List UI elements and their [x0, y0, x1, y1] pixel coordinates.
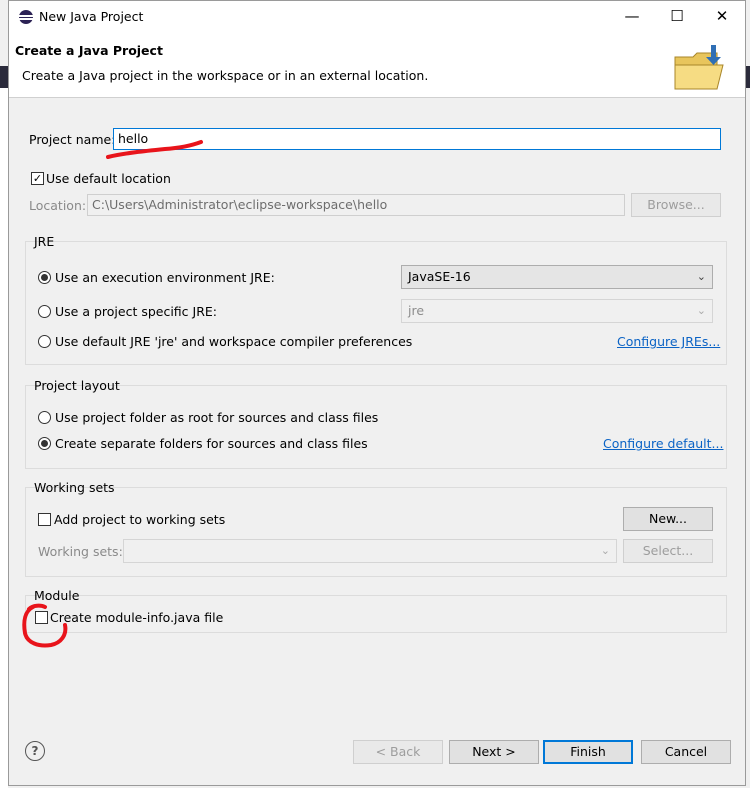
help-icon[interactable]: ?	[25, 741, 45, 761]
working-sets-select: ⌄	[123, 539, 617, 563]
browse-button: Browse...	[631, 193, 721, 217]
select-working-sets-button: Select...	[623, 539, 713, 563]
working-sets-group-title: Working sets	[34, 480, 115, 495]
module-group-title: Module	[34, 588, 80, 603]
configure-jres-link[interactable]: Configure JREs...	[617, 334, 720, 349]
use-default-location-checkbox[interactable]: ✓	[31, 172, 44, 185]
wizard-title: Create a Java Project	[15, 43, 163, 58]
execution-environment-value: JavaSE-16	[408, 269, 471, 284]
background-app-panel	[0, 88, 8, 788]
minimize-button[interactable]: —	[612, 5, 652, 27]
default-jre-radio[interactable]	[38, 335, 51, 348]
add-to-working-sets-checkbox[interactable]	[38, 513, 51, 526]
project-specific-jre-label: Use a project specific JRE:	[55, 304, 217, 319]
working-sets-label: Working sets:	[38, 544, 123, 559]
project-specific-jre-select: jre ⌄	[401, 299, 713, 323]
next-button[interactable]: Next >	[449, 740, 539, 764]
project-layout-group: Project layout	[25, 378, 727, 469]
location-input: C:\Users\Administrator\eclipse-workspace…	[87, 194, 625, 216]
project-specific-jre-radio[interactable]	[38, 305, 51, 318]
chevron-down-icon: ⌄	[600, 544, 610, 557]
maximize-button[interactable]: ☐	[657, 5, 697, 27]
finish-button[interactable]: Finish	[543, 740, 633, 764]
wizard-header: Create a Java Project Create a Java proj…	[9, 33, 745, 98]
jre-group-title: JRE	[34, 234, 55, 249]
eclipse-icon	[19, 10, 33, 24]
configure-default-link[interactable]: Configure default...	[603, 436, 723, 451]
project-layout-group-title: Project layout	[34, 378, 120, 393]
create-module-info-checkbox[interactable]	[35, 611, 48, 624]
title-bar: New Java Project — ☐ ✕	[9, 1, 745, 33]
execution-environment-label: Use an execution environment JRE:	[55, 270, 275, 285]
java-folder-icon	[674, 45, 724, 90]
project-name-input[interactable]: hello	[113, 128, 721, 150]
new-java-project-dialog: New Java Project — ☐ ✕ Create a Java Pro…	[8, 0, 746, 786]
cancel-button[interactable]: Cancel	[641, 740, 731, 764]
chevron-down-icon: ⌄	[696, 304, 706, 317]
project-folder-root-label: Use project folder as root for sources a…	[55, 410, 379, 425]
create-module-info-label: Create module-info.java file	[50, 610, 224, 625]
project-specific-jre-value: jre	[408, 303, 425, 318]
use-default-location-label: Use default location	[46, 171, 171, 186]
chevron-down-icon: ⌄	[696, 270, 706, 283]
close-button[interactable]: ✕	[702, 5, 742, 27]
back-button: < Back	[353, 740, 443, 764]
working-sets-group: Working sets	[25, 480, 727, 577]
execution-environment-select[interactable]: JavaSE-16 ⌄	[401, 265, 713, 289]
execution-environment-radio[interactable]	[38, 271, 51, 284]
wizard-description: Create a Java project in the workspace o…	[22, 68, 429, 83]
location-label: Location:	[29, 198, 87, 213]
new-working-set-button[interactable]: New...	[623, 507, 713, 531]
separate-folders-radio[interactable]	[38, 437, 51, 450]
project-folder-root-radio[interactable]	[38, 411, 51, 424]
add-to-working-sets-label: Add project to working sets	[54, 512, 226, 527]
default-jre-label: Use default JRE 'jre' and workspace comp…	[55, 334, 413, 349]
window-title: New Java Project	[39, 9, 144, 24]
separate-folders-label: Create separate folders for sources and …	[55, 436, 368, 451]
project-name-label: Project name:	[29, 132, 116, 147]
